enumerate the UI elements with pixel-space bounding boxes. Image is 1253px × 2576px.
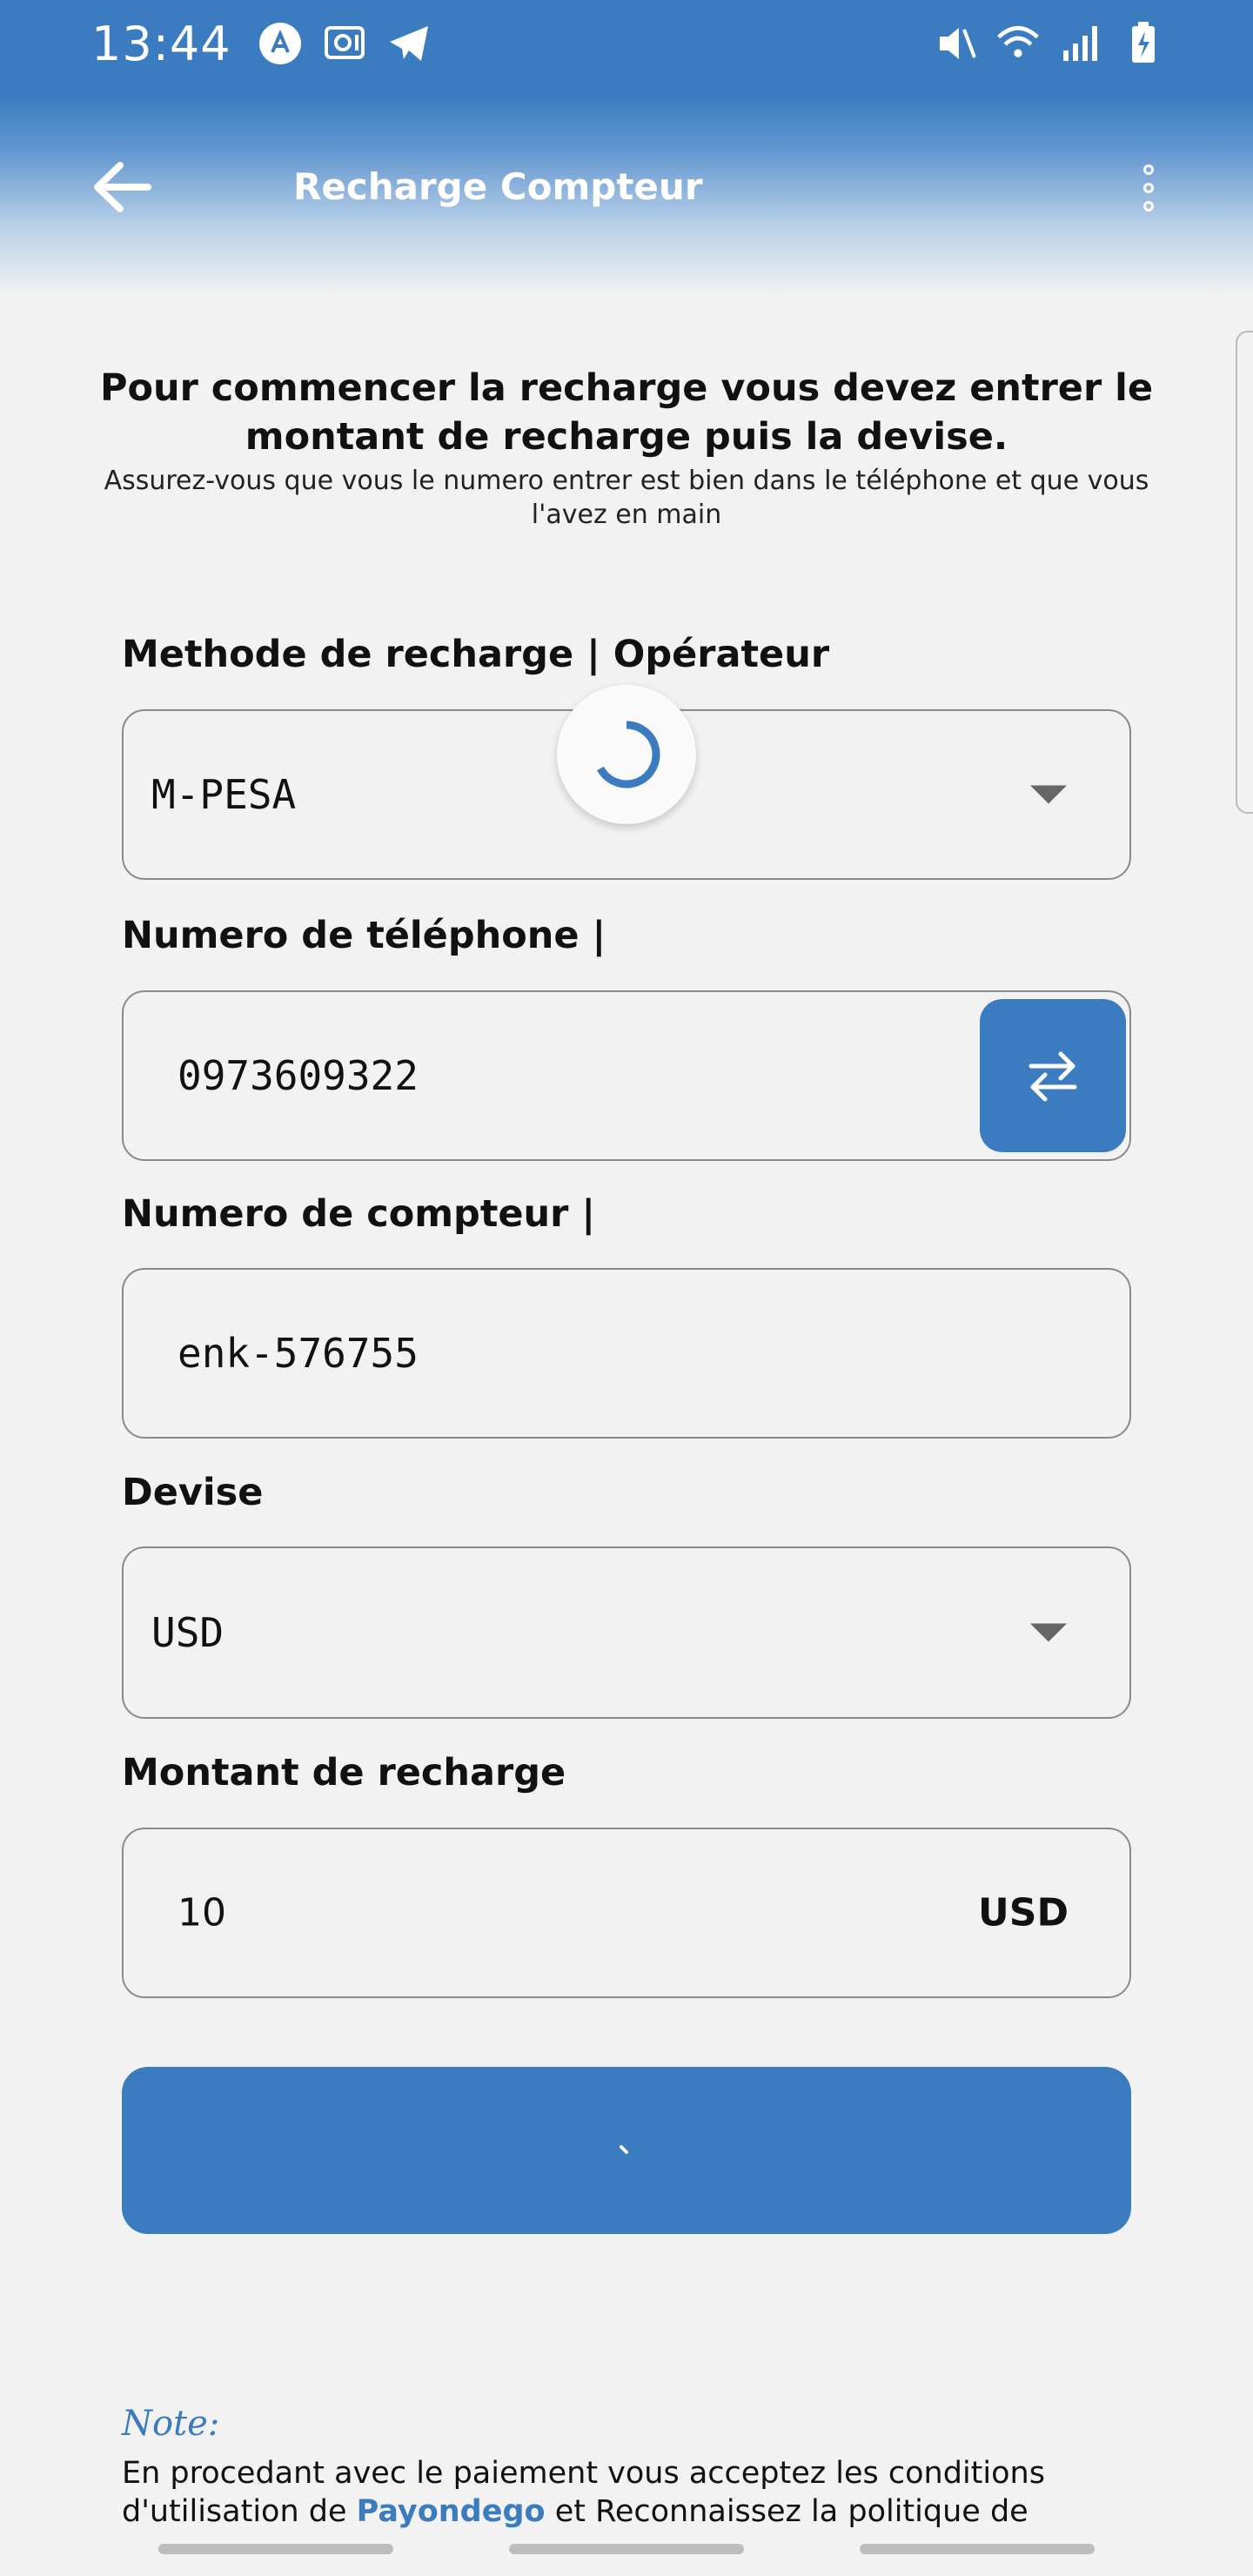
loading-spinner — [557, 685, 696, 824]
more-menu-button[interactable] — [1122, 155, 1175, 221]
phone-field[interactable]: 0973609322 — [122, 990, 1131, 1161]
method-value: M-PESA — [151, 771, 297, 818]
arrow-left-icon — [94, 162, 151, 212]
status-bar: 13:44 — [0, 0, 1253, 87]
nav-pill-right[interactable] — [860, 2544, 1095, 2554]
note-title: Note: — [122, 2404, 220, 2444]
telegram-icon — [386, 21, 432, 66]
amount-label: Montant de recharge — [122, 1751, 566, 1794]
status-time: 13:44 — [91, 16, 231, 71]
spinner-icon — [597, 721, 660, 788]
back-button[interactable] — [87, 157, 157, 218]
button-spinner-icon — [620, 2145, 628, 2154]
currency-select[interactable]: USD — [122, 1546, 1131, 1719]
meter-value: enk-576755 — [178, 1330, 419, 1377]
amount-field[interactable]: 10 USD — [122, 1828, 1131, 1998]
chevron-down-icon — [1030, 1623, 1067, 1642]
more-vertical-icon — [1143, 164, 1154, 175]
amount-currency-suffix: USD — [978, 1890, 1069, 1935]
wifi-icon — [995, 21, 1041, 66]
gesture-nav-bar — [0, 2537, 1253, 2576]
battery-icon — [1121, 21, 1166, 66]
chevron-down-icon — [1030, 785, 1067, 804]
nav-pill-center[interactable] — [509, 2544, 744, 2554]
submit-button[interactable] — [122, 2067, 1131, 2234]
phone-value: 0973609322 — [178, 1052, 419, 1099]
mute-icon — [933, 21, 978, 66]
payondego-link[interactable]: Payondego — [357, 2494, 546, 2529]
safe-icon — [322, 21, 367, 66]
phone-label: Numero de téléphone | — [122, 914, 606, 957]
meter-label: Numero de compteur | — [122, 1192, 596, 1236]
a-circle-icon — [258, 21, 303, 66]
note-text: En procedant avec le paiement vous accep… — [122, 2456, 1045, 2529]
page-title: Recharge Compteur — [293, 165, 703, 208]
amount-value: 10 — [178, 1890, 226, 1935]
intro-title: Pour commencer la recharge vous devez en… — [99, 366, 1154, 459]
signal-icon — [1058, 21, 1103, 66]
swap-button[interactable] — [980, 999, 1126, 1152]
method-label: Methode de recharge | Opérateur — [122, 633, 830, 676]
currency-value: USD — [151, 1609, 224, 1656]
currency-label: Devise — [122, 1471, 264, 1514]
app-bar: Recharge Compteur — [0, 139, 1253, 235]
meter-field[interactable]: enk-576755 — [122, 1268, 1131, 1439]
intro-subtitle: Assurez-vous que vous le numero entrer e… — [104, 466, 1149, 530]
scroll-indicator[interactable] — [1236, 331, 1253, 814]
nav-pill-left[interactable] — [158, 2544, 393, 2554]
swap-arrows-icon — [1029, 1051, 1077, 1102]
